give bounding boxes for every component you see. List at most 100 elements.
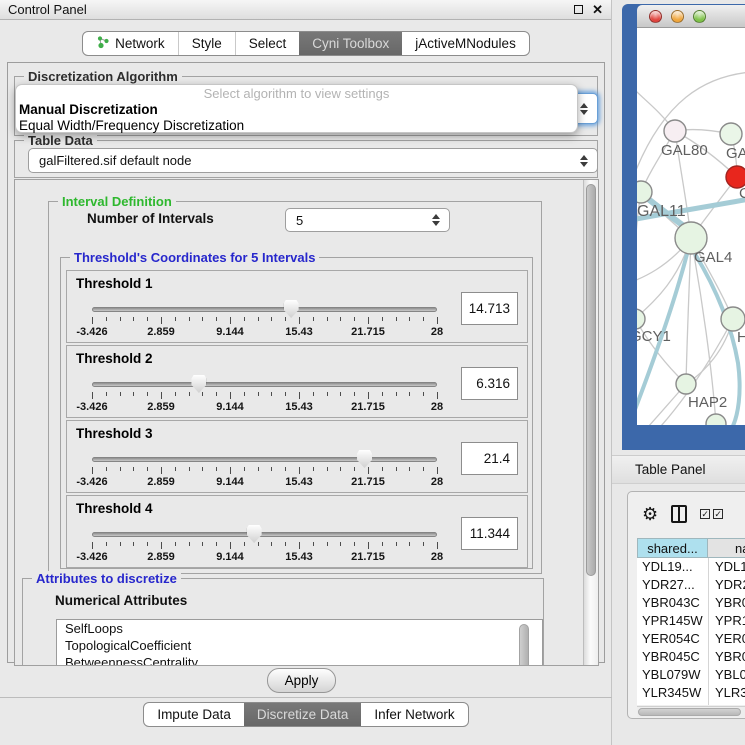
tick-mark: [147, 392, 148, 396]
tick-label: 21.715: [351, 401, 385, 413]
slider-ticks: [92, 392, 437, 400]
table-row[interactable]: YER054CYER0: [637, 630, 745, 648]
minimize-traffic-light-icon[interactable]: [671, 10, 684, 23]
gear-icon[interactable]: ⚙: [642, 505, 658, 523]
table-row[interactable]: YLR345WYLR3: [637, 684, 745, 702]
tick-label: -3.426: [76, 401, 107, 413]
table-header-shared-name[interactable]: shared...: [637, 538, 708, 558]
tick-mark: [271, 392, 272, 396]
tick-mark: [202, 317, 203, 321]
tab-jactivemnodules[interactable]: jActiveMNodules: [402, 32, 529, 55]
tick-mark: [106, 467, 107, 471]
network-node[interactable]: [706, 414, 726, 425]
table-row[interactable]: YBL079WYBL0: [637, 666, 745, 684]
network-node[interactable]: [637, 309, 645, 329]
float-window-icon[interactable]: [574, 5, 583, 14]
tick-mark: [161, 317, 162, 324]
tab-network[interactable]: Network: [83, 32, 178, 55]
tick-label: 15.43: [285, 401, 313, 413]
tab-label: Cyni Toolbox: [312, 36, 389, 51]
slider-track: [92, 532, 437, 537]
tick-mark: [230, 542, 231, 549]
apply-button[interactable]: Apply: [267, 668, 336, 693]
scrollbar-thumb[interactable]: [638, 708, 741, 716]
list-scrollbar-thumb[interactable]: [519, 624, 529, 666]
algorithm-popup-item[interactable]: Equal Width/Frequency Discretization: [16, 118, 577, 134]
table-row[interactable]: YBR043CYBR0: [637, 594, 745, 612]
network-node-label: GA: [726, 145, 745, 162]
tab-select[interactable]: Select: [235, 32, 300, 55]
list-item[interactable]: BetweennessCentrality: [57, 654, 542, 666]
tick-mark: [189, 317, 190, 321]
combo-stepper-icon: [580, 155, 588, 167]
slider-thumb[interactable]: [191, 375, 206, 393]
network-node-label: HAP2: [688, 394, 727, 411]
control-panel: Control Panel ✕ NetworkStyleSelectCyni T…: [0, 0, 612, 745]
network-node[interactable]: [721, 307, 745, 331]
tick-mark: [423, 542, 424, 546]
slider-thumb[interactable]: [357, 450, 372, 468]
table-row[interactable]: YIL052CYIL0: [637, 702, 745, 705]
threshold-value-field[interactable]: 21.4: [461, 442, 518, 475]
network-node[interactable]: [676, 374, 696, 394]
slider-track: [92, 382, 437, 387]
tick-label: 2.859: [147, 551, 175, 563]
tick-mark: [396, 542, 397, 546]
tab-discretize-data[interactable]: Discretize Data: [244, 703, 362, 726]
tick-mark: [175, 467, 176, 471]
tab-cyni-toolbox[interactable]: Cyni Toolbox: [299, 32, 402, 55]
tick-labels: -3.4262.8599.14415.4321.71528: [92, 476, 437, 489]
table-cell: YBR0: [708, 648, 745, 666]
network-node[interactable]: [664, 120, 686, 142]
checkbox-icon[interactable]: ✓: [700, 509, 710, 519]
threshold-label: Threshold 1: [76, 276, 153, 291]
tick-mark: [230, 317, 231, 324]
settings-scrollpane: Interval Definition Number of Intervals …: [14, 179, 599, 666]
tick-label: -3.426: [76, 551, 107, 563]
network-node[interactable]: [637, 181, 652, 203]
tab-label: Discretize Data: [257, 707, 349, 722]
slider-ticks: [92, 542, 437, 550]
split-pane-icon[interactable]: [671, 505, 687, 523]
table-data-combobox[interactable]: galFiltered.sif default node: [28, 148, 598, 173]
table-cell: YER0: [708, 630, 745, 648]
network-canvas[interactable]: GAL80GACGAL11GAL4GCY1HHAP2: [637, 28, 745, 425]
tick-label: 15.43: [285, 476, 313, 488]
tab-infer-network[interactable]: Infer Network: [361, 703, 467, 726]
list-item[interactable]: SelfLoops: [57, 620, 542, 637]
algorithm-popup-item[interactable]: Manual Discretization: [16, 102, 577, 118]
table-cell: YPR1: [708, 612, 745, 630]
threshold-value-field[interactable]: 6.316: [461, 367, 518, 400]
tick-mark: [354, 542, 355, 546]
close-traffic-light-icon[interactable]: [649, 10, 662, 23]
table-row[interactable]: YPR145WYPR1: [637, 612, 745, 630]
tick-mark: [313, 392, 314, 396]
tab-label: Select: [249, 36, 287, 51]
numerical-attributes-list: SelfLoopsTopologicalCoefficientBetweenne…: [56, 619, 543, 666]
threshold-value-field[interactable]: 11.344: [461, 517, 518, 550]
table-header-name[interactable]: na: [708, 538, 745, 558]
attributes-group-title: Attributes to discretize: [32, 571, 181, 586]
algorithm-dropdown-popup: Select algorithm to view settings Manual…: [15, 84, 578, 133]
number-of-intervals-combobox[interactable]: 5: [285, 208, 450, 232]
table-row[interactable]: YDR27...YDR2: [637, 576, 745, 594]
table-horizontal-scrollbar[interactable]: [637, 706, 745, 717]
tab-impute-data[interactable]: Impute Data: [144, 703, 244, 726]
close-icon[interactable]: ✕: [592, 3, 603, 16]
settings-vertical-scrollbar[interactable]: [583, 180, 598, 665]
table-row[interactable]: YBR045CYBR0: [637, 648, 745, 666]
scrollbar-thumb[interactable]: [586, 184, 596, 576]
thresholds-group-title: Threshold's Coordinates for 5 Intervals: [70, 250, 319, 265]
checkbox-icon[interactable]: ✓: [713, 509, 723, 519]
slider-thumb[interactable]: [284, 300, 299, 318]
tab-style[interactable]: Style: [178, 32, 235, 55]
table-row[interactable]: YDL19...YDL1: [637, 558, 745, 576]
network-edge[interactable]: [637, 424, 716, 425]
threshold-value-field[interactable]: 14.713: [461, 292, 518, 325]
slider-thumb[interactable]: [247, 525, 262, 543]
network-node[interactable]: [720, 123, 742, 145]
list-item[interactable]: TopologicalCoefficient: [57, 637, 542, 654]
tick-mark: [120, 542, 121, 546]
tick-mark: [285, 467, 286, 471]
zoom-traffic-light-icon[interactable]: [693, 10, 706, 23]
